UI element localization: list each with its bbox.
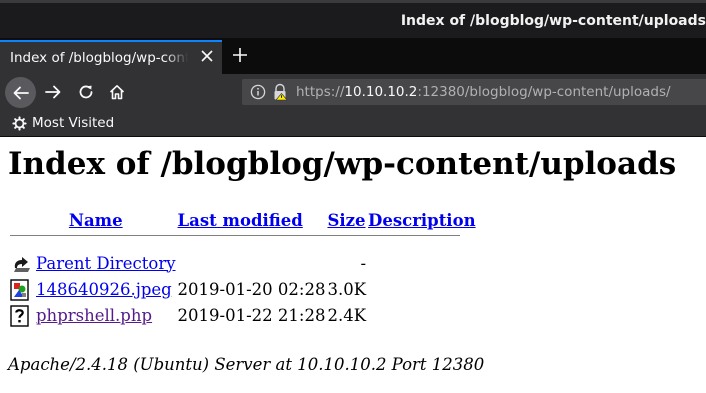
directory-listing-table: Name Last modified Size Description Pare… xyxy=(8,208,478,328)
row-description-cell xyxy=(368,250,476,276)
browser-tab[interactable]: Index of /blogblog/wp-content/uploads xyxy=(0,40,222,74)
back-button[interactable] xyxy=(5,77,36,108)
column-header-name: Name xyxy=(10,208,176,232)
row-name-cell: 148640926.jpeg xyxy=(36,276,176,302)
insecure-lock-icon[interactable] xyxy=(272,83,288,101)
file-link-148640926-jpeg[interactable]: 148640926.jpeg xyxy=(36,280,172,299)
arrow-right-icon xyxy=(45,85,61,99)
row-modified-cell: 2019-01-20 02:28 xyxy=(177,279,326,299)
row-icon-cell xyxy=(10,250,34,276)
row-icon-cell xyxy=(10,302,34,328)
url-bar[interactable]: https://10.10.10.2:12380/blogblog/wp-con… xyxy=(242,79,706,105)
plus-icon[interactable] xyxy=(232,47,248,63)
column-header-size: Size xyxy=(327,208,366,232)
file-link-phprshell-php[interactable]: phprshell.php xyxy=(36,306,152,325)
window-title: Index of /blogblog/wp-content/uploads xyxy=(400,13,706,29)
tab-strip: Index of /blogblog/wp-content/uploads xyxy=(0,38,706,74)
sort-by-name-link[interactable]: Name xyxy=(69,211,123,230)
row-size-cell: 3.0K xyxy=(327,279,367,299)
parent-directory-icon xyxy=(14,257,30,272)
column-header-description: Description xyxy=(368,208,476,232)
reload-icon xyxy=(79,85,93,99)
table-header-row: Name Last modified Size Description xyxy=(10,208,476,232)
server-signature: Apache/2.4.18 (Ubuntu) Server at 10.10.1… xyxy=(8,355,485,374)
image-file-icon xyxy=(10,279,29,301)
row-modified-cell: 2019-01-22 21:28 xyxy=(177,305,326,325)
table-row: 148640926.jpeg 2019-01-20 02:28 3.0K xyxy=(10,276,476,302)
table-row: phprshell.php 2019-01-22 21:28 2.4K xyxy=(10,302,476,328)
gear-icon xyxy=(12,115,27,131)
horizontal-rule xyxy=(10,235,460,236)
parent-directory-link[interactable]: Parent Directory xyxy=(36,254,176,273)
tab-title: Index of /blogblog/wp-content/uploads xyxy=(10,50,188,66)
window-titlebar: Index of /blogblog/wp-content/uploads xyxy=(0,0,706,38)
url-scheme: https:// xyxy=(296,84,345,100)
row-name-cell: phprshell.php xyxy=(36,302,176,328)
sort-by-size-link[interactable]: Size xyxy=(327,211,365,230)
url-path: :12380/blogblog/wp-content/uploads/ xyxy=(417,84,671,100)
row-size-cell: 2.4K xyxy=(327,305,367,325)
close-icon[interactable] xyxy=(200,49,214,63)
sort-by-last-modified-link[interactable]: Last modified xyxy=(178,211,303,230)
table-row: Parent Directory - xyxy=(10,250,476,276)
header-rule-row xyxy=(10,232,476,250)
unknown-file-icon xyxy=(10,305,29,327)
forward-button[interactable] xyxy=(39,78,67,106)
sort-by-description-link[interactable]: Description xyxy=(368,211,476,230)
home-button[interactable] xyxy=(103,78,131,106)
arrow-left-icon xyxy=(13,86,29,99)
page-title: Index of /blogblog/wp-content/uploads xyxy=(8,146,677,182)
navigation-toolbar: https://10.10.10.2:12380/blogblog/wp-con… xyxy=(0,74,706,110)
row-description-cell xyxy=(368,276,476,302)
page-content: Index of /blogblog/wp-content/uploads Na… xyxy=(0,138,706,393)
info-icon[interactable] xyxy=(250,84,266,100)
bookmark-most-visited[interactable]: Most Visited xyxy=(12,115,114,131)
bookmarks-toolbar: Most Visited xyxy=(0,110,706,137)
row-modified-cell xyxy=(178,250,326,276)
row-size-cell: - xyxy=(360,253,367,273)
column-header-last-modified: Last modified xyxy=(178,208,326,232)
url-text[interactable]: https://10.10.10.2:12380/blogblog/wp-con… xyxy=(296,84,671,100)
row-icon-cell xyxy=(10,276,34,302)
url-host: 10.10.10.2 xyxy=(344,84,418,100)
row-name-cell: Parent Directory xyxy=(36,250,176,276)
reload-button[interactable] xyxy=(72,78,100,106)
home-icon xyxy=(109,85,125,100)
bookmark-label: Most Visited xyxy=(32,115,115,131)
row-description-cell xyxy=(368,302,476,328)
